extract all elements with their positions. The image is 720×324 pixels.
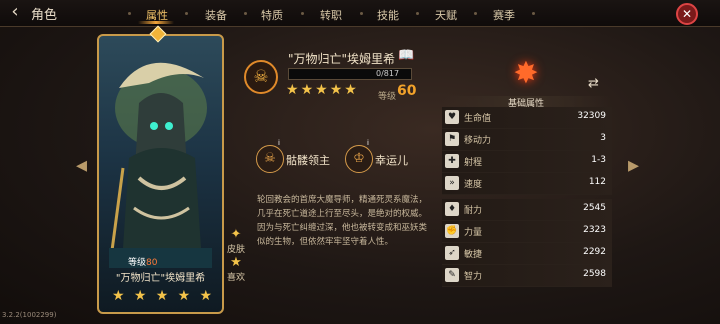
hero-portrait bbox=[109, 62, 212, 268]
tab-season[interactable]: 赛季 bbox=[493, 7, 515, 23]
info-icon[interactable]: i bbox=[367, 139, 375, 147]
star-icon: ★ bbox=[300, 82, 314, 98]
stat-name: 速度 bbox=[464, 180, 483, 190]
tab-class-change[interactable]: 转职 bbox=[320, 7, 342, 23]
star-icon: ★ bbox=[344, 82, 357, 98]
star-icon: ★ bbox=[155, 288, 169, 304]
skin-button[interactable]: ✦ 皮肤 bbox=[225, 227, 247, 255]
active-tab-indicator bbox=[138, 21, 174, 24]
star-icon: ★ bbox=[112, 288, 125, 304]
skin-icon: ✦ bbox=[230, 227, 242, 242]
close-icon[interactable]: ✕ bbox=[676, 3, 698, 25]
level-label: 等级 bbox=[378, 92, 397, 102]
next-hero-arrow-icon[interactable]: ▸ bbox=[628, 155, 650, 177]
skill-label: 幸运儿 bbox=[375, 154, 408, 167]
like-label: 喜欢 bbox=[226, 273, 245, 283]
top-bar: ‹ 角色 属性 装备 特质 转职 技能 天赋 赛季 ✕ bbox=[0, 0, 720, 27]
speed-icon: » bbox=[445, 176, 459, 190]
range-icon: ✚ bbox=[445, 154, 459, 168]
stat-row-endurance: ♦ 耐力 2545 bbox=[442, 199, 612, 221]
stat-row-strength: ✊ 力量 2323 bbox=[442, 221, 612, 243]
level-value: 60 bbox=[397, 83, 417, 99]
stat-value: 3 bbox=[600, 133, 606, 143]
stat-value: 32309 bbox=[577, 111, 606, 121]
stat-name: 耐力 bbox=[464, 206, 483, 216]
stat-row-range: ✚ 射程 1-3 bbox=[442, 151, 612, 173]
stat-value: 112 bbox=[588, 177, 606, 187]
star-icon: ★ bbox=[177, 288, 191, 304]
boot-icon: ⚑ bbox=[445, 132, 459, 146]
skill-label: 骷髅领主 bbox=[286, 154, 330, 167]
star-icon: ★ bbox=[286, 82, 299, 98]
intellect-icon: ✎ bbox=[445, 268, 459, 282]
version-label: 3.2.2(1002299) bbox=[2, 311, 57, 319]
tab-separator bbox=[532, 12, 535, 15]
stat-row-agility: ➶ 敏捷 2292 bbox=[442, 243, 612, 265]
tab-separator bbox=[474, 12, 477, 15]
stat-row-hp: ♥ 生命值 32309 bbox=[442, 107, 612, 129]
star-icon: ★ bbox=[133, 288, 147, 304]
tab-separator bbox=[185, 12, 188, 15]
hero-lore: 轮回教会的首席大魔导师，精通死灵系魔法，几乎在死亡道途上行至尽头，是绝对的权威。… bbox=[257, 195, 428, 247]
stat-name: 生命值 bbox=[464, 114, 492, 124]
like-star-icon: ★ bbox=[230, 255, 242, 270]
stat-value: 2323 bbox=[583, 225, 606, 235]
page-title: 角色 bbox=[31, 8, 58, 23]
endurance-icon: ♦ bbox=[445, 202, 459, 216]
tab-separator bbox=[244, 12, 247, 15]
star-icon: ★ bbox=[315, 82, 328, 98]
hero-name: "万物归亡"埃姆里希 bbox=[288, 52, 396, 66]
tab-equipment[interactable]: 装备 bbox=[205, 7, 227, 23]
agility-icon: ➶ bbox=[445, 246, 459, 260]
stat-name: 智力 bbox=[464, 272, 483, 282]
tab-bar: 属性 装备 特质 转职 技能 天赋 赛季 bbox=[120, 0, 570, 26]
tab-talents[interactable]: 天赋 bbox=[435, 7, 457, 23]
back-arrow-icon[interactable]: ‹ bbox=[6, 3, 24, 21]
book-icon[interactable]: 📖 bbox=[398, 48, 414, 63]
card-star-rating: ★ ★ ★ ★ ★ bbox=[112, 289, 212, 303]
heart-icon: ♥ bbox=[445, 110, 459, 124]
star-icon: ★ bbox=[329, 82, 343, 98]
info-icon[interactable]: i bbox=[278, 139, 286, 147]
class-emblem-icon[interactable]: ☠ bbox=[244, 60, 278, 94]
card-level: 等级80 bbox=[128, 258, 158, 268]
stat-row-move: ⚑ 移动力 3 bbox=[442, 129, 612, 151]
stat-value: 2292 bbox=[583, 247, 606, 257]
stats-panel: ♥ 生命值 32309 ⚑ 移动力 3 ✚ 射程 1-3 » 速度 112 ♦ … bbox=[442, 107, 612, 287]
stat-value: 2545 bbox=[583, 203, 606, 213]
skin-label: 皮肤 bbox=[226, 245, 245, 255]
like-button[interactable]: ★ 喜欢 bbox=[225, 255, 247, 283]
card-hero-name: "万物归亡"埃姆里希 bbox=[115, 273, 206, 284]
xp-text: 0/817 bbox=[376, 69, 400, 78]
stat-name: 力量 bbox=[464, 228, 483, 238]
stat-name: 敏捷 bbox=[464, 250, 483, 260]
tab-separator bbox=[360, 12, 363, 15]
prev-hero-arrow-icon[interactable]: ◂ bbox=[76, 155, 98, 177]
element-burst-icon: ✸ bbox=[513, 56, 539, 91]
stat-value: 2598 bbox=[583, 269, 606, 279]
stat-name: 射程 bbox=[464, 158, 483, 168]
strength-icon: ✊ bbox=[445, 224, 459, 238]
stat-value: 1-3 bbox=[591, 155, 606, 165]
stat-row-speed: » 速度 112 bbox=[442, 173, 612, 195]
tab-separator bbox=[301, 12, 304, 15]
tab-separator bbox=[416, 12, 419, 15]
skull-icon: ☠ bbox=[256, 145, 284, 173]
stat-name: 移动力 bbox=[464, 136, 492, 146]
stat-row-intellect: ✎ 智力 2598 bbox=[442, 265, 612, 287]
tab-traits[interactable]: 特质 bbox=[261, 7, 283, 23]
hero-star-rating: ★ ★ ★ ★ ★ bbox=[286, 83, 357, 97]
tab-separator bbox=[128, 12, 131, 15]
star-icon: ★ bbox=[199, 288, 212, 304]
swap-icon[interactable]: ⇄ bbox=[588, 76, 599, 91]
tab-skills[interactable]: 技能 bbox=[377, 7, 399, 23]
crown-icon: ♔ bbox=[345, 145, 373, 173]
